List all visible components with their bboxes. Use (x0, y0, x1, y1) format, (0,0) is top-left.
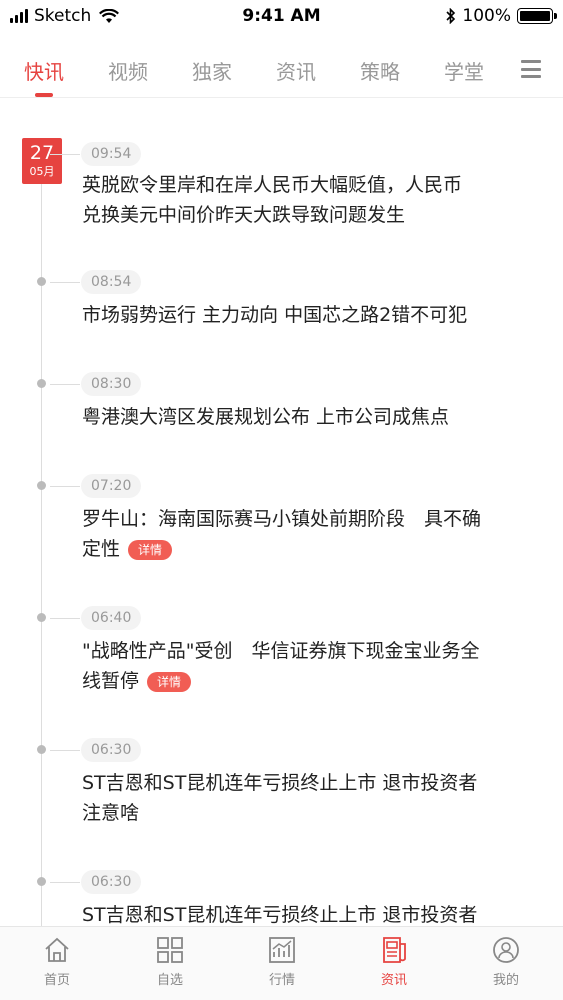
tab-video[interactable]: 视频 (98, 56, 158, 85)
timeline-dot (37, 877, 46, 886)
headline-line: 英脱欧令里岸和在岸人民币大幅贬值，人民币 (82, 174, 463, 196)
news-time: 06:30 (81, 738, 142, 762)
nav-profile[interactable]: 我的 (471, 935, 541, 988)
grid-icon (157, 937, 183, 963)
news-time: 07:20 (81, 474, 142, 498)
news-headline[interactable]: 粤港澳大湾区发展规划公布 上市公司成焦点 (82, 402, 532, 432)
headline-line: 线暂停 详情 (82, 666, 532, 696)
battery-icon (517, 8, 557, 24)
timeline-dot (37, 613, 46, 622)
timeline-connector (50, 882, 80, 883)
timeline-connector (50, 618, 80, 619)
headline-line: ST吉恩和ST昆机连年亏损终止上市 退市投资者 (82, 772, 478, 794)
headline-line: 市场弱势运行 主力动向 中国芯之路2错不可犯 (82, 304, 468, 326)
tab-exclusive[interactable]: 独家 (182, 56, 242, 85)
news-headline[interactable]: 罗牛山：海南国际赛马小镇处前期阶段 具不确 定性 详情 (82, 504, 532, 564)
news-headline[interactable]: 市场弱势运行 主力动向 中国芯之路2错不可犯 (82, 300, 532, 330)
timeline-connector (50, 486, 80, 487)
timeline-connector (50, 750, 80, 751)
tab-strategy[interactable]: 策略 (350, 56, 410, 85)
bluetooth-icon (446, 8, 456, 24)
headline-line: 兑换美元中间价昨天大跌导致问题发生 (82, 204, 406, 226)
nav-watchlist[interactable]: 自选 (135, 935, 205, 988)
tab-kuaixun[interactable]: 快讯 (14, 56, 74, 85)
headline-line: 注意啥 (82, 802, 140, 824)
timeline-dot (37, 277, 46, 286)
timeline-connector (50, 384, 80, 385)
nav-market[interactable]: 行情 (247, 935, 317, 988)
active-tab-indicator (35, 93, 53, 97)
news-headline[interactable]: 英脱欧令里岸和在岸人民币大幅贬值，人民币 兑换美元中间价昨天大跌导致问题发生 (82, 170, 532, 230)
date-day: 27 (29, 142, 55, 164)
nav-home[interactable]: 首页 (22, 935, 92, 988)
date-badge: 27 05月 (22, 138, 62, 184)
headline-line-text: 定性 (82, 538, 121, 560)
menu-icon[interactable] (521, 60, 541, 78)
detail-button[interactable]: 详情 (147, 671, 192, 692)
date-month: 05月 (29, 165, 55, 178)
chart-icon (269, 937, 295, 963)
nav-label: 我的 (492, 973, 519, 988)
timeline-dot (37, 481, 46, 490)
news-headline[interactable]: "战略性产品"受创 华信证券旗下现金宝业务全 线暂停 详情 (82, 636, 532, 696)
news-time: 08:30 (81, 372, 142, 396)
detail-button[interactable]: 详情 (128, 539, 173, 560)
bottom-nav: 首页 自选 行情 资讯 我的 (0, 926, 563, 1000)
headline-line: 定性 详情 (82, 534, 532, 564)
news-time: 06:40 (81, 606, 142, 630)
headline-line: "战略性产品"受创 华信证券旗下现金宝业务全 (82, 640, 480, 662)
news-time: 06:30 (81, 870, 142, 894)
tab-academy[interactable]: 学堂 (434, 56, 494, 85)
tab-news[interactable]: 资讯 (266, 56, 326, 85)
status-right: 100% (446, 6, 557, 26)
nav-label: 自选 (156, 973, 183, 988)
nav-label: 资讯 (380, 973, 407, 988)
timeline-dot (37, 379, 46, 388)
category-tabs: 快讯 视频 独家 资讯 策略 学堂 (0, 46, 563, 98)
battery-level (520, 11, 550, 21)
headline-line: 罗牛山：海南国际赛马小镇处前期阶段 具不确 (82, 508, 482, 530)
nav-label: 首页 (43, 973, 70, 988)
headline-line: 粤港澳大湾区发展规划公布 上市公司成焦点 (82, 406, 450, 428)
news-headline[interactable]: ST吉恩和ST昆机连年亏损终止上市 退市投资者 注意啥 (82, 768, 532, 828)
timeline-connector (50, 282, 80, 283)
timeline-line (41, 160, 42, 930)
headline-line-text: 线暂停 (82, 670, 140, 692)
news-time: 09:54 (81, 142, 142, 166)
timeline-dot (37, 745, 46, 754)
news-time: 08:54 (81, 270, 142, 294)
nav-news[interactable]: 资讯 (359, 935, 429, 988)
user-icon (493, 937, 519, 963)
news-icon (383, 937, 406, 963)
battery-label: 100% (462, 6, 511, 26)
status-bar: Sketch 9:41 AM 100% (0, 0, 563, 34)
home-icon (45, 937, 69, 962)
timeline-connector (50, 154, 80, 155)
nav-label: 行情 (268, 973, 295, 988)
